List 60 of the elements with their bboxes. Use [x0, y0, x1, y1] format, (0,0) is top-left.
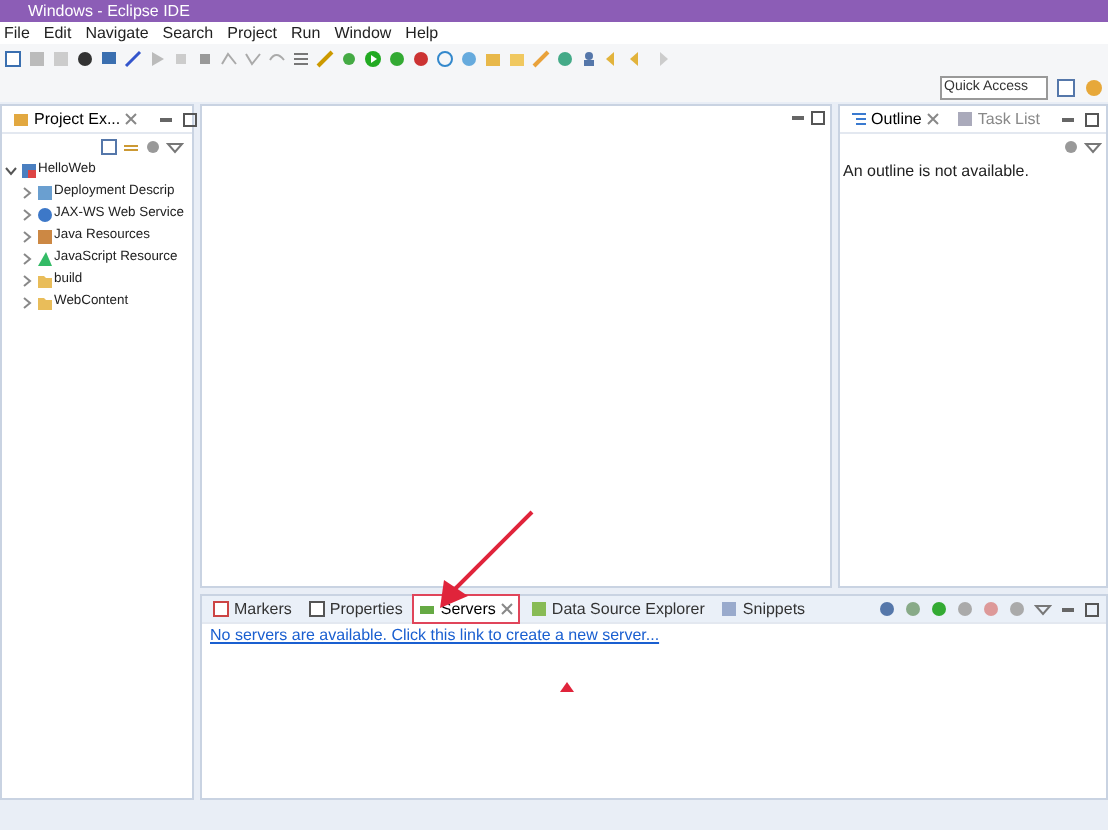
minimize-icon[interactable]	[789, 110, 806, 126]
view-menu-icon[interactable]	[1084, 138, 1102, 156]
window-title: Windows - Eclipse IDE	[28, 2, 190, 20]
close-icon[interactable]	[499, 602, 514, 616]
monitor-icon[interactable]	[100, 49, 118, 67]
resume-icon[interactable]	[148, 49, 166, 67]
menu-item[interactable]: Run	[291, 22, 321, 44]
panel-tab[interactable]: Properties	[303, 596, 407, 622]
maximize-icon[interactable]	[809, 110, 826, 126]
properties-icon	[307, 600, 326, 618]
create-server-link[interactable]: No servers are available. Click this link to create a new server...	[202, 622, 668, 648]
project-explorer-tab[interactable]: Project Ex...	[8, 106, 143, 132]
stop-icon[interactable]	[196, 49, 214, 67]
snippets-icon	[720, 600, 739, 618]
person-icon[interactable]	[580, 49, 598, 67]
save-icon[interactable]	[28, 49, 46, 67]
view-menu-icon[interactable]	[1034, 600, 1052, 618]
panel-tab[interactable]: Data Source Explorer	[525, 596, 709, 622]
chevron-icon[interactable]	[4, 164, 18, 178]
chevron-icon[interactable]	[20, 186, 34, 200]
descriptor-icon	[36, 184, 52, 202]
outline-message: An outline is not available.	[841, 160, 1031, 184]
chevron-icon[interactable]	[20, 252, 34, 266]
panel-tab[interactable]: Snippets	[716, 596, 810, 622]
java-ee-icon[interactable]	[1084, 77, 1104, 97]
panel-tab[interactable]: Task List	[951, 106, 1044, 132]
menu-item[interactable]: Window	[334, 22, 392, 44]
panel-tab[interactable]: Markers	[208, 596, 296, 622]
menu-item[interactable]: Navigate	[85, 22, 149, 44]
chevron-icon[interactable]	[20, 274, 34, 288]
stop-icon[interactable]	[982, 600, 1000, 618]
outline-icon	[849, 110, 868, 128]
project-icon	[20, 162, 36, 180]
list-icon[interactable]	[292, 49, 310, 67]
markers-icon	[212, 600, 230, 618]
folder-icon	[12, 110, 30, 128]
maximize-icon[interactable]	[1084, 601, 1100, 617]
chevron-icon[interactable]	[20, 230, 34, 244]
maximize-icon[interactable]	[1084, 111, 1100, 127]
refresh-icon[interactable]	[436, 49, 454, 67]
collapse-all-icon[interactable]	[100, 138, 118, 156]
menu-item[interactable]: Search	[162, 22, 214, 44]
close-icon[interactable]	[124, 112, 139, 126]
menu-item[interactable]: Help	[405, 22, 439, 44]
menu-item[interactable]: Edit	[43, 22, 72, 44]
run-icon[interactable]	[364, 49, 382, 67]
new-file-icon[interactable]	[4, 49, 22, 67]
list-icon	[955, 110, 974, 128]
close-icon[interactable]	[925, 112, 940, 126]
chevron-icon[interactable]	[20, 208, 34, 222]
view-menu-icon[interactable]	[166, 138, 184, 156]
menu-item[interactable]: Project	[227, 22, 278, 44]
annotation-marker	[560, 682, 574, 692]
database-icon	[529, 600, 548, 618]
annotation-arrow	[440, 510, 534, 608]
perspective-icon[interactable]	[1056, 77, 1076, 97]
run-icon[interactable]	[930, 600, 948, 618]
menu-item[interactable]: File	[4, 22, 30, 44]
maximize-icon[interactable]	[182, 111, 199, 127]
chevron-icon[interactable]	[20, 296, 34, 310]
